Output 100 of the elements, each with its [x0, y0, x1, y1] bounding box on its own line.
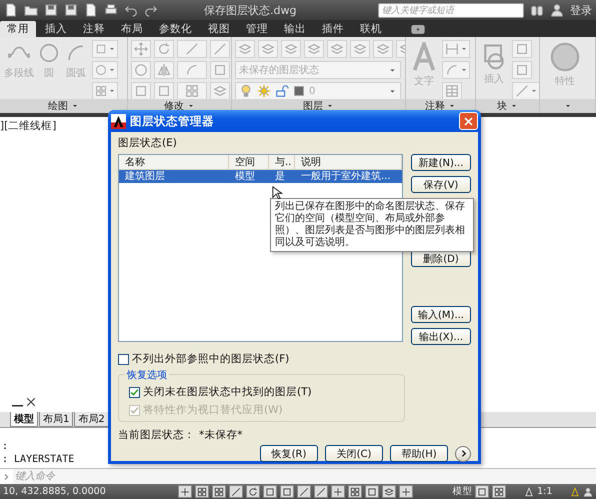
- layout-tab[interactable]: 模型: [10, 412, 38, 427]
- list-row[interactable]: 建筑图层 模型 是 一般用于室外建筑...: [119, 170, 402, 183]
- minimize-icon: [12, 405, 23, 407]
- ribbon-tab[interactable]: 插入: [38, 21, 74, 37]
- dialog-button[interactable]: 新建(N)...: [411, 154, 471, 171]
- group-title: 恢复选项: [125, 368, 169, 382]
- user-button[interactable]: [550, 3, 564, 17]
- layout-tab[interactable]: 布局2: [74, 412, 109, 427]
- curve-icon: [185, 63, 199, 77]
- quick-access-button[interactable]: [44, 3, 58, 17]
- grid-icon: [350, 486, 360, 496]
- status-toggle-button[interactable]: [331, 485, 346, 498]
- quick-access-button[interactable]: [84, 3, 98, 17]
- ribbon-tab[interactable]: 插件: [315, 21, 351, 37]
- crosshair-icon: [333, 486, 344, 496]
- search-field[interactable]: 键入关键字或短语: [378, 2, 524, 18]
- caret-icon: [460, 66, 468, 74]
- status-toggle-button[interactable]: [297, 485, 312, 498]
- expand-button[interactable]: [455, 446, 471, 462]
- status-toggle-button[interactable]: [212, 485, 226, 498]
- close-button[interactable]: [459, 112, 478, 130]
- square-icon: [213, 63, 227, 77]
- crosshair-icon: [180, 486, 190, 496]
- checkbox[interactable]: [129, 386, 140, 398]
- status-toggle-button[interactable]: [399, 485, 414, 498]
- status-toggle-button[interactable]: [280, 485, 294, 498]
- grid-icon: [214, 486, 224, 496]
- status-toggle-button[interactable]: [314, 485, 328, 498]
- circle-icon: [134, 63, 148, 77]
- command-field[interactable]: 键入命令: [13, 469, 596, 484]
- ribbon-tab[interactable]: 视图: [201, 21, 237, 37]
- quick-access-button[interactable]: [24, 3, 38, 17]
- command-history-line: : LAYERSTATE: [2, 453, 74, 466]
- dialog-button[interactable]: 恢复(R): [260, 445, 318, 462]
- status-toggle-button[interactable]: [492, 485, 506, 498]
- column-header[interactable]: 与..: [269, 155, 295, 169]
- line-icon: [514, 84, 528, 98]
- user-icon: [583, 486, 593, 496]
- caret-icon: [564, 102, 572, 110]
- dialog-button[interactable]: 帮助(H): [390, 445, 448, 462]
- coordinates-readout: 10, 432.8885, 0.0000: [3, 486, 106, 497]
- line-icon: [299, 486, 310, 496]
- square-icon: [94, 43, 106, 55]
- status-toggle-button[interactable]: [263, 485, 278, 498]
- dialog-title: 图层状态管理器: [130, 114, 214, 128]
- page-icon: [4, 3, 18, 17]
- column-header[interactable]: 说明: [295, 155, 402, 169]
- ribbon-tab[interactable]: 管理: [239, 21, 275, 37]
- model-space-label[interactable]: 模型: [452, 485, 472, 498]
- viewport-label: ][二维线框]: [0, 119, 56, 133]
- dialog-button[interactable]: 保存(V): [411, 176, 471, 193]
- dialog-button[interactable]: 输入(M)...: [411, 306, 471, 323]
- status-toggle-button[interactable]: [178, 485, 192, 498]
- status-toggle-button[interactable]: [382, 485, 396, 498]
- quick-access-button[interactable]: [4, 3, 18, 17]
- ribbon-tab[interactable]: 输出: [277, 21, 313, 37]
- column-header[interactable]: 空间: [229, 155, 269, 169]
- page-icon: [84, 3, 98, 17]
- column-header[interactable]: 名称: [119, 155, 229, 169]
- close-icon: [463, 116, 474, 126]
- quick-access-button[interactable]: [64, 3, 78, 17]
- status-toggle-button[interactable]: [365, 485, 380, 498]
- square-icon: [282, 486, 292, 496]
- window-title: 保存图层状态.dwg: [204, 2, 296, 18]
- quick-access-button[interactable]: [104, 3, 118, 17]
- panel-title: 绘图: [48, 100, 68, 113]
- dialog-button[interactable]: 输出(X)...: [411, 328, 471, 345]
- layout-tab[interactable]: 布局1: [39, 412, 74, 427]
- line-icon: [213, 42, 227, 56]
- annotation-scale[interactable]: 1:1: [537, 486, 552, 497]
- dimension-icon: [444, 42, 458, 56]
- ribbon-tab[interactable]: 注释: [76, 21, 112, 37]
- move-icon: [134, 42, 148, 56]
- status-toggle-button[interactable]: [195, 485, 210, 498]
- status-toggle-button[interactable]: [246, 485, 260, 498]
- command-history-line: :: [2, 440, 8, 453]
- ribbon-tab[interactable]: 参数化: [152, 21, 199, 37]
- caret-icon: [71, 102, 79, 110]
- panel-title: 修改: [164, 100, 184, 113]
- ribbon-tab[interactable]: 布局: [114, 21, 150, 37]
- checkbox[interactable]: [118, 354, 129, 364]
- dialog-button[interactable]: 关闭(C): [325, 445, 383, 462]
- circle-icon: [94, 64, 106, 76]
- user-icon: [550, 3, 564, 17]
- sign-in-link[interactable]: 登录: [570, 2, 592, 18]
- current-state-value: *未保存*: [199, 428, 242, 442]
- annotation-icon: [524, 486, 534, 496]
- grid-icon: [197, 486, 208, 496]
- status-toggle-button[interactable]: [229, 485, 244, 498]
- rotate-icon: [248, 486, 258, 496]
- grid-icon: [185, 84, 199, 98]
- status-toggle-button[interactable]: [475, 485, 490, 498]
- ribbon-tab[interactable]: 联机: [353, 21, 389, 37]
- square-icon: [265, 486, 276, 496]
- crosshair-icon: [401, 486, 412, 496]
- ribbon-tab[interactable]: 常用: [0, 21, 36, 37]
- printer-icon: [104, 3, 118, 17]
- lock-icon: [275, 84, 289, 98]
- panel-title: 块: [497, 100, 507, 113]
- status-toggle-button[interactable]: [348, 485, 362, 498]
